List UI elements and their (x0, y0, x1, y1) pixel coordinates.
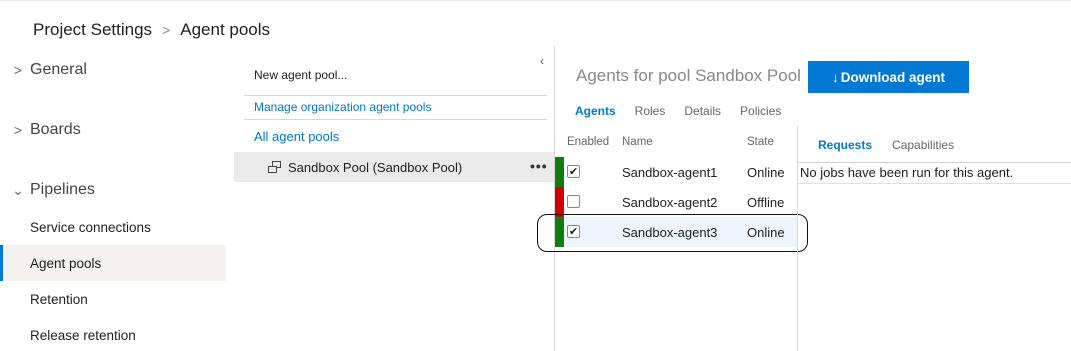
column-header-name: Name (622, 136, 653, 148)
agent-table: Enabled Name State ✔ Sandbox-agent1 Onli… (555, 126, 797, 351)
column-header-state: State (747, 136, 774, 148)
nav-group-label: Boards (30, 121, 81, 138)
download-icon: ↓ (832, 69, 839, 85)
pool-name: Sandbox Pool (Sandbox Pool) (288, 159, 463, 175)
nav-group-boards[interactable]: > Boards (0, 112, 226, 148)
nav-group-general[interactable]: > General (0, 52, 226, 88)
chevron-right-icon: > (13, 122, 23, 138)
nav-group-label: Pipelines (30, 181, 95, 198)
nav-item-release-retention[interactable]: Release retention (0, 317, 226, 351)
agent-row[interactable]: ✔ Sandbox-agent1 Online (555, 157, 797, 187)
pool-row-sandbox[interactable]: Sandbox Pool (Sandbox Pool) ••• (234, 152, 554, 182)
nav-item-service-connections[interactable]: Service connections (0, 209, 226, 245)
enabled-checkbox[interactable]: ✔ (567, 165, 580, 178)
chevron-right-icon: > (162, 22, 171, 38)
tab-policies[interactable]: Policies (740, 104, 781, 120)
agent-row[interactable]: ✔ Sandbox-agent3 Online (555, 217, 797, 247)
download-agent-label: Download agent (840, 69, 945, 85)
tab-requests[interactable]: Requests (818, 138, 872, 152)
column-header-enabled: Enabled (567, 136, 610, 148)
agent-state: Offline (747, 195, 785, 210)
request-tabs: Requests Capabilities (818, 138, 974, 152)
agents-title: Agents for pool Sandbox Pool (576, 66, 801, 85)
status-bar-online (555, 217, 564, 247)
divider (798, 183, 1071, 184)
pool-icon (268, 160, 281, 174)
collapse-panel-icon[interactable]: ‹ (540, 54, 544, 68)
agent-tabs: Agents Roles Details Policies (575, 104, 800, 120)
enabled-checkbox[interactable] (567, 195, 580, 208)
new-agent-pool-button[interactable]: New agent pool... (254, 68, 347, 82)
breadcrumb: Project Settings > Agent pools (33, 18, 270, 42)
agent-name: Sandbox-agent3 (622, 225, 718, 240)
tab-capabilities[interactable]: Capabilities (892, 138, 954, 152)
enabled-checkbox[interactable]: ✔ (567, 225, 580, 238)
breadcrumb-project-settings[interactable]: Project Settings (33, 20, 152, 40)
chevron-down-icon: ⌄ (12, 181, 24, 198)
nav-item-retention[interactable]: Retention (0, 281, 226, 317)
divider (244, 95, 547, 96)
nav-group-pipelines[interactable]: ⌄ Pipelines (0, 172, 226, 208)
top-border (0, 0, 1071, 1)
agent-name: Sandbox-agent2 (622, 195, 718, 210)
agent-name: Sandbox-agent1 (622, 165, 718, 180)
nav-group-label: General (30, 61, 87, 78)
status-bar-online (555, 157, 564, 187)
breadcrumb-agent-pools: Agent pools (180, 20, 271, 39)
agent-state: Online (747, 165, 785, 180)
divider (244, 119, 547, 120)
agent-row[interactable]: Sandbox-agent2 Offline (555, 187, 797, 217)
download-agent-button[interactable]: ↓ Download agent (808, 61, 969, 93)
tab-agents[interactable]: Agents (575, 104, 616, 120)
tab-roles[interactable]: Roles (635, 104, 666, 120)
status-bar-offline (555, 187, 564, 217)
agent-state: Online (747, 225, 785, 240)
more-options-icon[interactable]: ••• (530, 158, 548, 174)
divider (798, 162, 1071, 163)
chevron-right-icon: > (13, 62, 23, 78)
panel-divider (797, 126, 798, 351)
manage-org-pools-link[interactable]: Manage organization agent pools (254, 100, 431, 114)
empty-requests-message: No jobs have been run for this agent. (800, 165, 1014, 180)
all-agent-pools-link[interactable]: All agent pools (254, 129, 339, 144)
nav-item-agent-pools[interactable]: Agent pools (0, 245, 226, 281)
tab-details[interactable]: Details (684, 104, 721, 120)
pools-panel: ‹ New agent pool... Manage organization … (234, 52, 554, 351)
